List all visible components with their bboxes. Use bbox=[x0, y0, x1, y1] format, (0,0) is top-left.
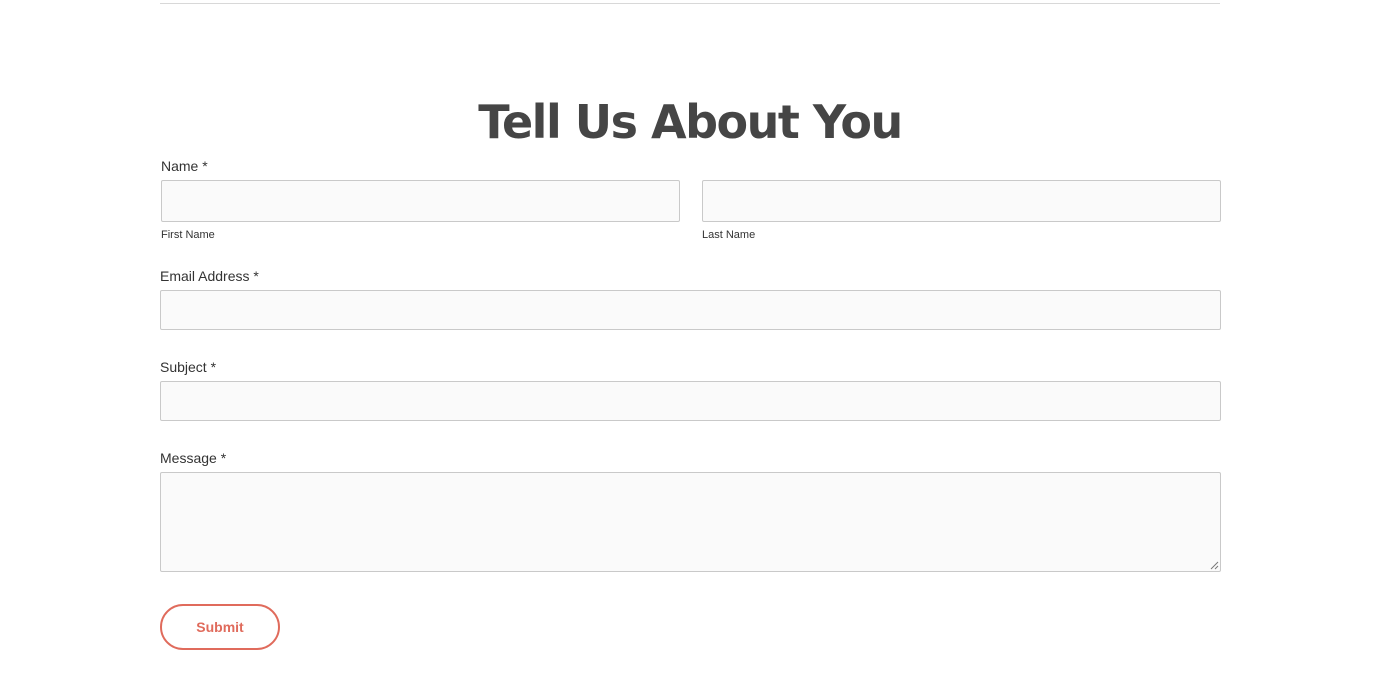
contact-page: Tell Us About You Name * First Name Last… bbox=[0, 0, 1380, 677]
submit-button[interactable]: Submit bbox=[160, 604, 280, 650]
first-name-sublabel: First Name bbox=[161, 229, 215, 241]
subject-label: Subject * bbox=[160, 359, 217, 375]
email-label: Email Address * bbox=[160, 268, 259, 284]
section-divider bbox=[160, 3, 1220, 4]
name-label: Name * bbox=[161, 158, 208, 174]
last-name-field[interactable] bbox=[702, 180, 1221, 222]
email-field[interactable] bbox=[160, 290, 1221, 330]
subject-field[interactable] bbox=[160, 381, 1221, 421]
first-name-field[interactable] bbox=[161, 180, 680, 222]
message-label: Message * bbox=[160, 450, 227, 466]
last-name-sublabel: Last Name bbox=[702, 229, 756, 241]
message-field[interactable] bbox=[160, 472, 1221, 572]
page-title: Tell Us About You bbox=[478, 95, 903, 149]
resize-handle-icon[interactable] bbox=[1210, 561, 1219, 570]
